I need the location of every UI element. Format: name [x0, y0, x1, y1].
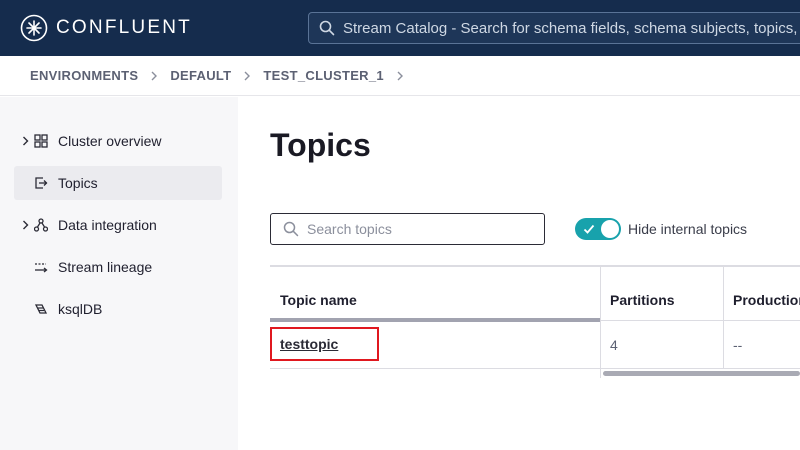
chevron-right-icon [397, 71, 403, 80]
brand-name: CONFLUENT [56, 17, 192, 38]
sidebar-item-ksqldb[interactable]: ksqlDB [14, 292, 222, 326]
sidebar-item-stream-lineage[interactable]: Stream lineage [14, 250, 222, 284]
search-icon [283, 221, 299, 237]
lineage-icon [35, 263, 48, 273]
chevron-right-icon [244, 71, 251, 80]
sidebar-item-cluster-overview[interactable]: Cluster overview [14, 124, 222, 158]
sidebar-item-label: Topics [58, 175, 98, 191]
sidebar-item-label: Stream lineage [58, 259, 153, 275]
search-icon [319, 20, 335, 36]
sidebar: Cluster overview Topics Data integration… [0, 97, 238, 450]
topic-link-testtopic[interactable]: testtopic [280, 336, 338, 352]
row-rule [270, 368, 800, 369]
production-cell: -- [733, 337, 743, 353]
page-title: Topics [270, 127, 371, 163]
breadcrumb-default[interactable]: DEFAULT [170, 68, 231, 83]
hide-internal-topics-toggle[interactable] [575, 218, 621, 240]
hide-internal-topics-label: Hide internal topics [628, 221, 748, 237]
header-rule [270, 318, 600, 322]
ksqldb-icon [34, 304, 48, 314]
breadcrumb-test-cluster[interactable]: TEST_CLUSTER_1 [263, 68, 384, 83]
topics-table: Topic name Partitions Production testtop… [270, 265, 800, 385]
toggle-knob [601, 220, 619, 238]
grid-icon [34, 134, 48, 148]
confluent-logo-icon [20, 14, 48, 42]
chevron-right-icon[interactable] [22, 220, 29, 230]
connectors-icon [34, 218, 48, 232]
check-icon [583, 224, 595, 234]
column-header-production[interactable]: Production [723, 267, 800, 321]
column-header-partitions[interactable]: Partitions [600, 267, 723, 321]
topic-search[interactable] [270, 213, 545, 245]
brand-logo[interactable]: CONFLUENT [20, 14, 192, 42]
column-header-label: Production [733, 292, 800, 308]
sidebar-item-label: Cluster overview [58, 133, 162, 149]
stream-catalog-search[interactable] [308, 12, 800, 44]
column-header-label: Partitions [610, 292, 675, 308]
chevron-right-icon[interactable] [22, 136, 29, 146]
partitions-cell: 4 [610, 337, 618, 353]
topics-icon [35, 177, 48, 189]
column-header-topic-name[interactable]: Topic name [270, 267, 600, 321]
chevron-right-icon [151, 71, 158, 80]
breadcrumb-environments[interactable]: ENVIRONMENTS [30, 68, 138, 83]
sidebar-item-topics[interactable]: Topics [14, 166, 222, 200]
sidebar-item-label: ksqlDB [58, 301, 103, 317]
sidebar-item-label: Data integration [58, 217, 157, 233]
stream-catalog-search-input[interactable] [343, 13, 800, 43]
breadcrumb: ENVIRONMENTS DEFAULT TEST_CLUSTER_1 [0, 56, 800, 96]
horizontal-scrollbar[interactable] [603, 371, 800, 376]
sidebar-item-data-integration[interactable]: Data integration [14, 208, 222, 242]
top-navbar: CONFLUENT [0, 0, 800, 56]
column-header-label: Topic name [280, 292, 357, 308]
header-rule [600, 320, 800, 321]
topic-search-input[interactable] [307, 221, 527, 237]
